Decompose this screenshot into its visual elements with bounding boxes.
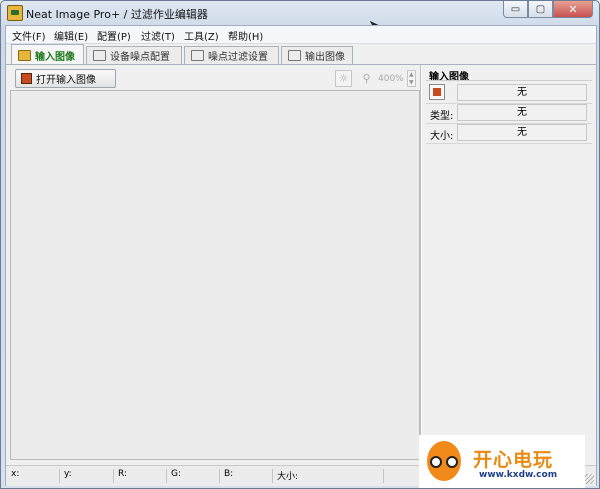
mascot-eye xyxy=(430,456,442,468)
output-image-icon xyxy=(288,50,301,61)
menu-tools[interactable]: 工具(Z) xyxy=(184,28,219,43)
close-button[interactable]: ✕ xyxy=(553,1,593,18)
window-controls: ▭ ▢ ✕ xyxy=(503,1,593,19)
type-value: 无 xyxy=(457,104,587,121)
zoom-stepper[interactable] xyxy=(407,70,416,87)
window-title: Neat Image Pro+ / 过滤作业编辑器 xyxy=(26,8,208,21)
resize-grip[interactable] xyxy=(584,474,594,484)
image-viewer[interactable] xyxy=(10,90,420,460)
type-label: 类型: xyxy=(430,111,454,122)
mascot-eye xyxy=(446,456,458,468)
zoom-level: 400% xyxy=(378,74,404,84)
status-b: B: xyxy=(221,469,273,483)
menu-filter[interactable]: 过滤(T) xyxy=(141,28,175,43)
size-value: 无 xyxy=(457,124,587,141)
open-input-image-button[interactable]: 打开输入图像 xyxy=(15,69,116,88)
status-size: 大小: xyxy=(274,469,384,483)
tab-label: 设备噪点配置 xyxy=(110,52,170,63)
menu-profile[interactable]: 配置(P) xyxy=(97,28,131,43)
menu-edit[interactable]: 编辑(E) xyxy=(54,28,88,43)
filter-settings-icon xyxy=(191,50,204,61)
app-icon[interactable] xyxy=(7,5,23,21)
size-label: 大小: xyxy=(430,131,454,142)
watermark-url: www.kxdw.com xyxy=(479,470,558,480)
title-bar[interactable]: Neat Image Pro+ / 过滤作业编辑器 ▭ ▢ ✕ xyxy=(1,1,599,25)
status-r: R: xyxy=(115,469,167,483)
camera-icon xyxy=(93,50,106,61)
status-g: G: xyxy=(168,469,220,483)
divider xyxy=(426,80,592,81)
status-y: y: xyxy=(61,469,114,483)
status-x: x: xyxy=(8,469,60,483)
tab-output-image[interactable]: 输出图像 xyxy=(281,46,353,64)
image-toolbar: 打开输入图像 ☼ ⚲ 400% xyxy=(10,69,419,89)
tab-label: 输入图像 xyxy=(35,51,75,63)
tab-device-noise-profile[interactable]: 设备噪点配置 xyxy=(86,46,182,64)
app-window: Neat Image Pro+ / 过滤作业编辑器 ▭ ▢ ✕ ➤ 文件(F) … xyxy=(0,0,600,489)
maximize-button[interactable]: ▢ xyxy=(528,1,553,18)
watermark-logo: 开心电玩 www.kxdw.com xyxy=(419,435,585,488)
open-button-label: 打开输入图像 xyxy=(36,75,96,86)
menu-file[interactable]: 文件(F) xyxy=(12,28,46,43)
mascot-icon xyxy=(427,441,461,481)
tab-strip: 输入图像 设备噪点配置 噪点过滤设置 输出图像 xyxy=(6,44,596,65)
client-area: 文件(F) 编辑(E) 配置(P) 过滤(T) 工具(Z) 帮助(H) 输入图像… xyxy=(5,25,597,488)
watermark-brand: 开心电玩 xyxy=(473,449,554,471)
file-name-field: 无 xyxy=(457,84,587,101)
menu-bar: 文件(F) 编辑(E) 配置(P) 过滤(T) 工具(Z) 帮助(H) xyxy=(6,26,596,44)
tab-label: 噪点过滤设置 xyxy=(208,52,268,63)
tab-label: 输出图像 xyxy=(305,52,345,63)
tab-noise-filter-settings[interactable]: 噪点过滤设置 xyxy=(184,46,279,64)
tab-input-image[interactable]: 输入图像 xyxy=(11,44,84,65)
brightness-icon[interactable]: ☼ xyxy=(335,70,352,87)
menu-help[interactable]: 帮助(H) xyxy=(228,28,263,43)
image-info-panel: 输入图像 无 类型: 无 大小: 无 xyxy=(426,66,592,461)
minimize-button[interactable]: ▭ xyxy=(503,1,528,18)
divider xyxy=(426,143,592,144)
image-file-icon[interactable] xyxy=(429,84,445,100)
image-icon xyxy=(18,49,31,61)
tab-divider xyxy=(6,64,596,65)
panel-splitter[interactable] xyxy=(420,65,422,465)
open-image-icon xyxy=(21,73,32,84)
zoom-icon[interactable]: ⚲ xyxy=(358,70,375,87)
